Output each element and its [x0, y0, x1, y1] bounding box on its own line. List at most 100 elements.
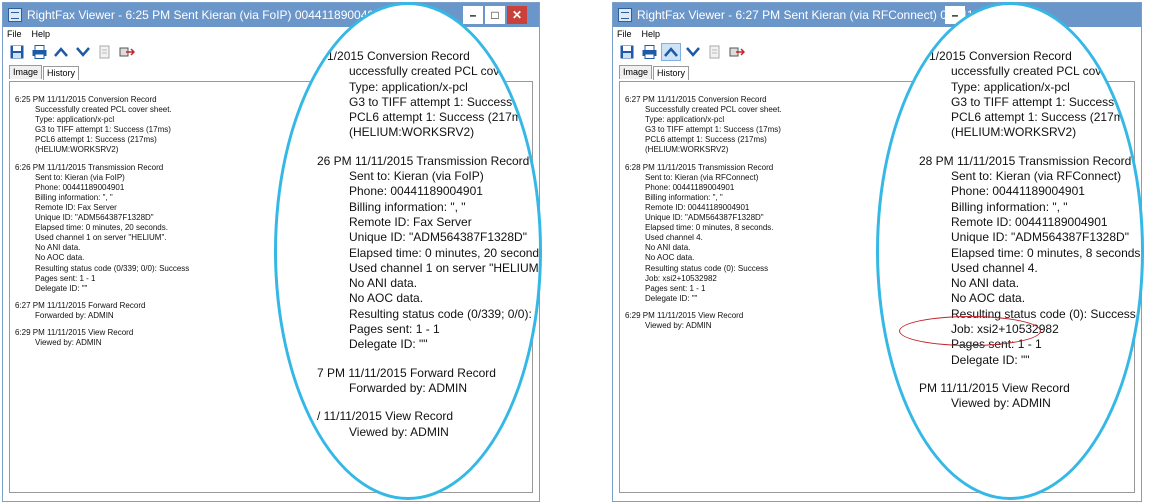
save-button[interactable]	[617, 43, 637, 61]
entry-detail: G3 to TIFF attempt 1: Success (17ms)	[951, 94, 1144, 109]
entry-heading: 6:27 PM 11/11/2015 Forward Record	[15, 300, 146, 310]
tab-history[interactable]: History	[653, 66, 690, 80]
entry-detail: Job: xsi2+10532982	[645, 273, 717, 283]
zoom-callout: 1/1/2015 Conversion Record uccessfully cr…	[274, 2, 542, 500]
print-button[interactable]	[29, 43, 49, 61]
previous-page-button[interactable]	[661, 43, 681, 61]
entry-detail: PCL6 attempt 1: Success (217ms)	[645, 135, 767, 145]
entry-detail: Phone: 00441189004901	[951, 184, 1085, 199]
entry-detail: Forwarded by: ADMIN	[35, 310, 114, 320]
entry-detail: No ANI data.	[951, 276, 1020, 291]
entry-detail: Billing information: ", "	[35, 192, 113, 202]
menu-help[interactable]: Help	[642, 29, 661, 39]
entry-detail: Resulting status code (0/339; 0/0): Succ…	[35, 263, 190, 273]
entry-detail: PCL6 attempt 1: Success (217ms)	[349, 110, 532, 125]
window-title: RightFax Viewer - 6:25 PM Sent Kieran (v…	[27, 8, 388, 22]
menu-file[interactable]: File	[7, 29, 22, 39]
entry-detail: Delegate ID: ""	[349, 337, 428, 352]
entry-detail: Used channel 4.	[951, 260, 1038, 275]
entry-detail: G3 to TIFF attempt 1: Success (17ms)	[35, 125, 171, 135]
entry-detail: PCL6 attempt 1: Success (217ms)	[35, 135, 157, 145]
maximize-button[interactable]: □	[485, 6, 505, 24]
save-icon	[620, 45, 634, 59]
entry-detail: Resulting status code (0/339; 0/0): Succ…	[349, 306, 539, 321]
next-page-button[interactable]	[683, 43, 703, 61]
history-entry: 6:29 PM 11/11/2015 View Record Viewed by:…	[15, 328, 189, 348]
entry-detail: Delegate ID: ""	[35, 283, 88, 293]
entry-detail: Sent to: Kieran (via RFConnect)	[645, 172, 759, 182]
entry-detail: Forwarded by: ADMIN	[349, 380, 468, 395]
previous-page-button[interactable]	[51, 43, 71, 61]
chevron-up-icon	[664, 47, 678, 57]
save-button[interactable]	[7, 43, 27, 61]
document-button[interactable]	[705, 43, 725, 61]
minimize-button[interactable]: –	[463, 6, 483, 24]
history-entry: 1/1/2015 Conversion Record uccessfully cr…	[317, 49, 542, 141]
chevron-down-icon	[76, 47, 90, 57]
menu-file[interactable]: File	[617, 29, 632, 39]
history-entry: 6:28 PM 11/11/2015 Transmission Record Se…	[625, 163, 782, 304]
close-button[interactable]: ✕	[507, 6, 527, 24]
entry-detail: Used channel 4.	[645, 233, 703, 243]
entry-detail: Sent to: Kieran (via FoIP)	[35, 172, 125, 182]
zoomed-history: 1/1/2015 Conversion Record uccessfully cr…	[919, 49, 1144, 425]
entry-heading: 1/1/2015 Conversion Record	[919, 49, 1072, 63]
entry-detail: Elapsed time: 0 minutes, 8 seconds.	[951, 245, 1144, 260]
entry-detail: Resulting status code (0): Success	[645, 263, 769, 273]
entry-detail: No ANI data.	[35, 243, 81, 253]
forward-button[interactable]	[727, 43, 747, 61]
entry-detail: Type: application/x-pcl	[645, 115, 725, 125]
tab-history[interactable]: History	[43, 66, 80, 80]
document-button[interactable]	[95, 43, 115, 61]
history-entry: 6:27 PM 11/11/2015 Conversion Record Succ…	[625, 95, 782, 156]
entry-detail: Used channel 1 on server "HELIUM".	[35, 233, 167, 243]
entry-detail: (HELIUM:WORKSRV2)	[349, 125, 475, 140]
history-entry: 6:26 PM 11/11/2015 Transmission Record Se…	[15, 163, 189, 294]
menu-help[interactable]: Help	[32, 29, 51, 39]
entry-heading: 6:29 PM 11/11/2015 View Record	[625, 310, 744, 320]
history-entry: 26 PM 11/11/2015 Transmission Record Sent…	[317, 153, 539, 353]
entry-detail: Delegate ID: ""	[951, 352, 1030, 367]
entry-detail: Viewed by: ADMIN	[35, 338, 102, 348]
zoomed-history: 1/1/2015 Conversion Record uccessfully cr…	[317, 49, 542, 453]
entry-detail: Phone: 00441189004901	[349, 184, 483, 199]
chevron-down-icon	[686, 47, 700, 57]
entry-detail: Pages sent: 1 - 1	[645, 283, 706, 293]
entry-detail: Sent to: Kieran (via RFConnect)	[951, 169, 1122, 184]
print-button[interactable]	[639, 43, 659, 61]
entry-detail: Billing information: ", "	[951, 199, 1068, 214]
next-page-button[interactable]	[73, 43, 93, 61]
history-entry: 1/1/2015 Conversion Record uccessfully cr…	[919, 49, 1144, 141]
entry-detail: No AOC data.	[349, 291, 424, 306]
entry-heading: 6:25 PM 11/11/2015 Conversion Record	[15, 95, 157, 104]
entry-detail: Phone: 00441189004901	[35, 182, 125, 192]
entry-heading: 26 PM 11/11/2015 Transmission Record	[317, 153, 530, 168]
entry-heading: 7 PM 11/11/2015 Forward Record	[317, 365, 496, 380]
history-entry: 6:29 PM 11/11/2015 View Record Viewed by:…	[625, 311, 782, 331]
entry-detail: (HELIUM:WORKSRV2)	[951, 125, 1077, 140]
forward-button[interactable]	[117, 43, 137, 61]
entry-detail: (HELIUM:WORKSRV2)	[35, 145, 119, 155]
entry-detail: uccessfully created PCL cover sheet.	[349, 64, 542, 79]
tab-image[interactable]: Image	[619, 65, 653, 79]
fax-forward-icon	[729, 47, 745, 57]
document-icon	[709, 45, 720, 59]
printer-icon	[32, 45, 46, 59]
rightfax-app-icon	[8, 8, 22, 22]
entry-detail: Viewed by: ADMIN	[349, 424, 449, 439]
history-entry: 6:27 PM 11/11/2015 Forward Record Forward…	[15, 301, 189, 321]
tab-image[interactable]: Image	[9, 65, 43, 79]
entry-detail: Remote ID: 00441189004901	[951, 214, 1108, 229]
history-entry: 7 PM 11/11/2015 Forward Record Forwarded …	[317, 365, 539, 397]
entry-detail: No ANI data.	[645, 243, 691, 253]
entry-detail: Remote ID: Fax Server	[35, 202, 117, 212]
history-entry: PM 11/11/2015 View Record Viewed by: ADMI…	[919, 381, 1141, 412]
entry-detail: Type: application/x-pcl	[349, 79, 468, 94]
entry-detail: Remote ID: 00441189004901	[645, 202, 750, 212]
entry-detail: Type: application/x-pcl	[951, 79, 1070, 94]
history-list: 6:27 PM 11/11/2015 Conversion Record Succ…	[625, 95, 782, 338]
entry-detail: Unique ID: "ADM564387F1328D"	[951, 230, 1129, 245]
history-list: 6:25 PM 11/11/2015 Conversion Record Succ…	[15, 95, 189, 355]
entry-detail: Unique ID: "ADM564387F1328D"	[35, 213, 154, 223]
entry-detail: G3 to TIFF attempt 1: Success (17ms)	[349, 94, 542, 109]
